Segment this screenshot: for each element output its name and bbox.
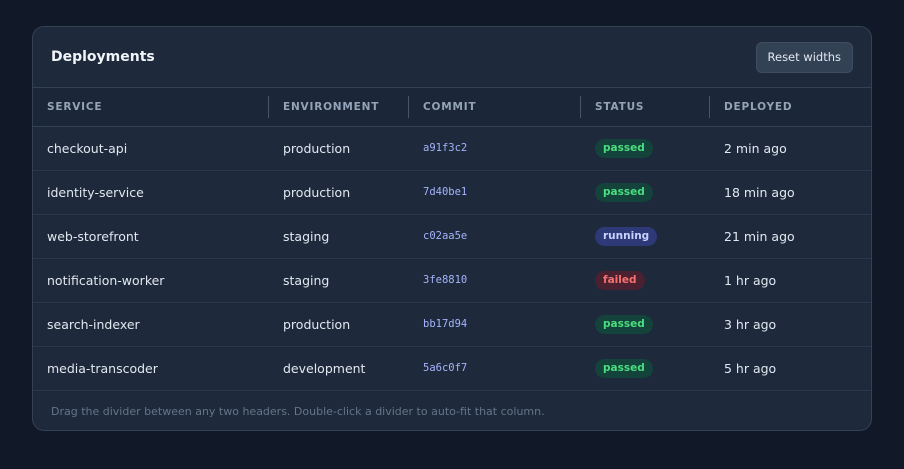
cell-deployed: 2 min ago (710, 126, 871, 171)
table-row: media-transcoder development 5a6c0f7 pas… (33, 346, 871, 391)
cell-service: identity-service (33, 170, 269, 215)
cell-commit: a91f3c2 (409, 126, 581, 171)
cell-status: passed (581, 302, 710, 347)
footer-hint: Drag the divider between any two headers… (51, 404, 545, 418)
cell-service: media-transcoder (33, 346, 269, 391)
column-header-label: DEPLOYED (724, 100, 793, 113)
cell-commit: bb17d94 (409, 302, 581, 347)
cell-status: passed (581, 346, 710, 391)
table-row: checkout-api production a91f3c2 passed 2… (33, 126, 871, 171)
cell-commit: c02aa5e (409, 214, 581, 259)
column-header-commit: COMMIT (409, 88, 581, 127)
cell-status: passed (581, 126, 710, 171)
column-header-environment: ENVIRONMENT (269, 88, 409, 127)
table-row: identity-service production 7d40be1 pass… (33, 170, 871, 215)
cell-status: failed (581, 258, 710, 303)
column-header-status: STATUS (581, 88, 710, 127)
cell-deployed: 5 hr ago (710, 346, 871, 391)
status-badge: passed (595, 314, 653, 334)
status-badge: passed (595, 138, 653, 158)
table-row: notification-worker staging 3fe8810 fail… (33, 258, 871, 303)
column-header-deployed: DEPLOYED (710, 88, 871, 127)
cell-commit: 7d40be1 (409, 170, 581, 215)
cell-service: web-storefront (33, 214, 269, 259)
cell-environment: development (269, 346, 409, 391)
column-header-service: SERVICE (33, 88, 269, 127)
cell-environment: production (269, 126, 409, 171)
cell-commit: 3fe8810 (409, 258, 581, 303)
status-badge: passed (595, 358, 653, 378)
status-badge: passed (595, 182, 653, 202)
cell-commit: 5a6c0f7 (409, 346, 581, 391)
cell-environment: staging (269, 214, 409, 259)
reset-widths-button[interactable]: Reset widths (755, 41, 853, 73)
column-header-label: COMMIT (423, 100, 477, 113)
column-header-label: STATUS (595, 100, 645, 113)
deployments-card: Deployments Reset widths SERVICE ENVIRON… (32, 26, 872, 431)
cell-deployed: 21 min ago (710, 214, 871, 259)
cell-environment: production (269, 302, 409, 347)
status-badge: running (595, 226, 658, 246)
cell-deployed: 3 hr ago (710, 302, 871, 347)
cell-status: passed (581, 170, 710, 215)
card-header: Deployments Reset widths (33, 27, 871, 88)
table-row: web-storefront staging c02aa5e running 2… (33, 214, 871, 259)
cell-deployed: 1 hr ago (710, 258, 871, 303)
cell-status: running (581, 214, 710, 259)
cell-deployed: 18 min ago (710, 170, 871, 215)
card-title: Deployments (51, 49, 155, 65)
table-row: search-indexer production bb17d94 passed… (33, 302, 871, 347)
cell-service: notification-worker (33, 258, 269, 303)
cell-service: checkout-api (33, 126, 269, 171)
cell-service: search-indexer (33, 302, 269, 347)
deployments-table: SERVICE ENVIRONMENT COMMIT STATUS DEPLOY… (33, 88, 871, 391)
table-header-row: SERVICE ENVIRONMENT COMMIT STATUS DEPLOY… (33, 88, 871, 127)
status-badge: failed (595, 270, 645, 290)
cell-environment: production (269, 170, 409, 215)
cell-environment: staging (269, 258, 409, 303)
column-header-label: SERVICE (47, 100, 103, 113)
column-header-label: ENVIRONMENT (283, 100, 380, 113)
